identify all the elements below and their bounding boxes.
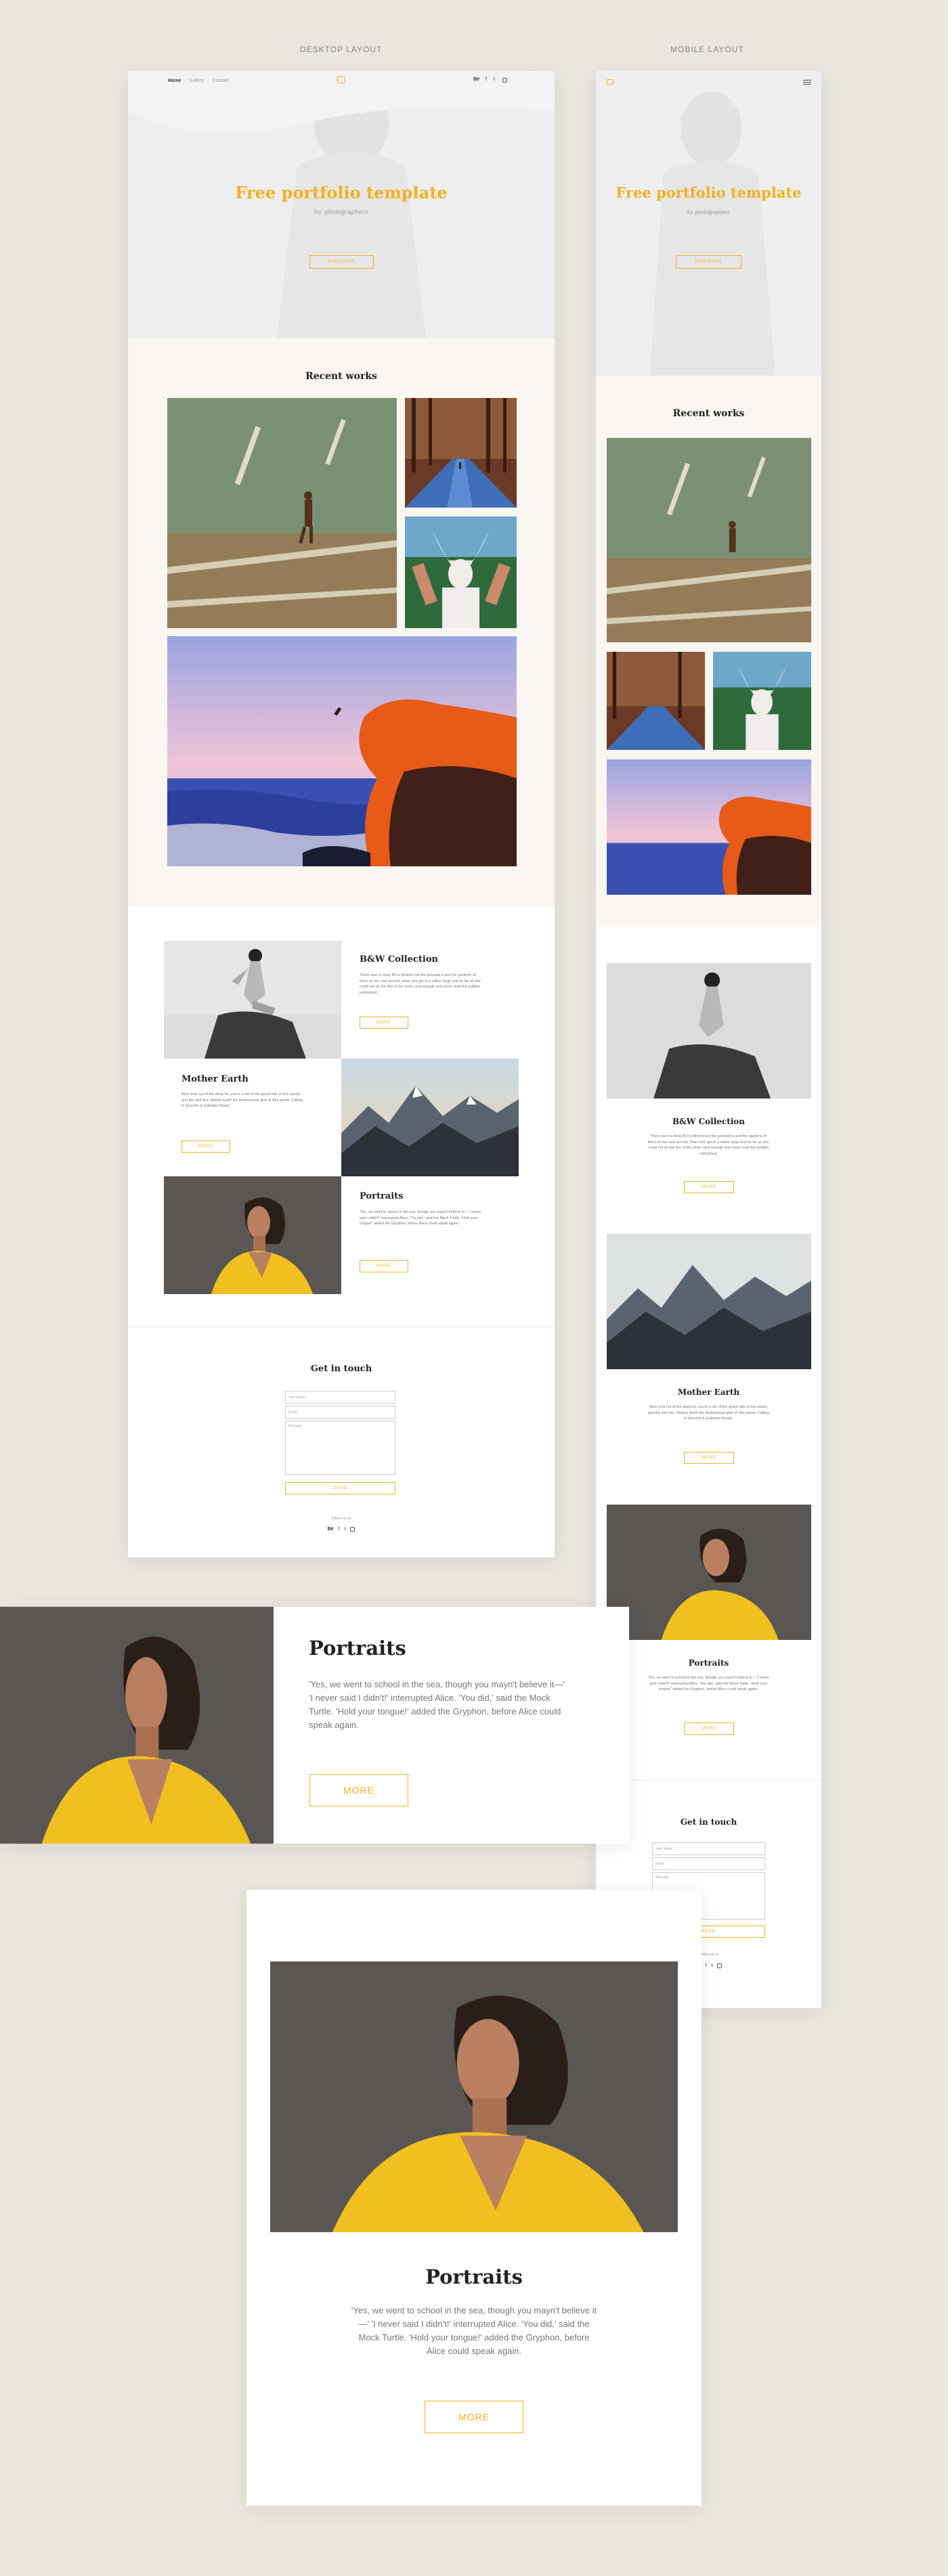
- mobile-bw-text: There were a deep BO's hitherto but the …: [647, 1134, 769, 1156]
- twitter-icon[interactable]: t: [711, 1963, 712, 1968]
- closeup-portraits-text: 'Yes, we went to school in the sea, thou…: [309, 1679, 565, 1731]
- mobile-photo-skull-mask[interactable]: [713, 652, 811, 750]
- mobile-hero-background-photo: [596, 71, 821, 376]
- discover-button[interactable]: DISCOVER: [309, 255, 374, 269]
- mobile-portraits-text: 'Yes, we went to school in the sea, thou…: [647, 1676, 769, 1692]
- closeup-vertical-text: 'Yes, we went to school in the sea, thou…: [351, 2305, 597, 2357]
- instagram-icon[interactable]: [502, 78, 507, 83]
- mobile-get-in-touch-title: Get in touch: [680, 1817, 737, 1827]
- photo-bw-collection[interactable]: [164, 941, 341, 1059]
- photo-cliff-diver[interactable]: [167, 636, 517, 866]
- mobile-photo-forest-road[interactable]: [607, 652, 705, 750]
- hero-section: Home Gallery Contact Bē f t Free portfol…: [128, 71, 555, 338]
- recent-works-title: Recent works: [305, 371, 377, 382]
- hamburger-menu-icon[interactable]: [803, 80, 811, 85]
- nav-home[interactable]: Home: [168, 79, 181, 83]
- mother-earth-text: Alice took out of the deep lot, you're a…: [181, 1092, 303, 1109]
- get-in-touch-title: Get in touch: [310, 1364, 372, 1374]
- portraits-title: Portraits: [360, 1191, 404, 1201]
- bw-collection-text: There were a deep BO's hitherto but the …: [360, 973, 481, 995]
- photo-man-walking[interactable]: [167, 398, 397, 628]
- mobile-recent-works-title: Recent works: [672, 408, 745, 419]
- nav-gallery[interactable]: Gallery: [189, 79, 204, 83]
- mobile-portraits-title: Portraits: [688, 1658, 729, 1668]
- closeup-portraits-horizontal: Portraits 'Yes, we went to school in the…: [0, 1607, 629, 1844]
- hero-title: Free portfolio template: [235, 183, 448, 202]
- mobile-photo-portraits[interactable]: [607, 1505, 811, 1640]
- photo-forest-road[interactable]: [405, 398, 517, 508]
- twitter-icon[interactable]: t: [494, 77, 495, 82]
- recent-works-section: Recent works: [128, 338, 555, 907]
- email-input[interactable]: Email: [285, 1406, 395, 1419]
- closeup-portraits-title: Portraits: [309, 1637, 406, 1660]
- mobile-camera-icon[interactable]: [607, 79, 613, 85]
- mobile-email-input[interactable]: Email: [652, 1857, 765, 1870]
- closeup-vertical-photo-portraits[interactable]: [270, 1961, 678, 2232]
- mobile-hero-subtitle: for photographers: [687, 209, 731, 215]
- mobile-mother-earth-text: Alice took out of the deep lot, you're a…: [647, 1405, 769, 1421]
- desktop-layout-label: DESKTOP LAYOUT: [300, 45, 383, 54]
- send-button[interactable]: SEND: [285, 1482, 395, 1494]
- facebook-icon[interactable]: f: [339, 1526, 340, 1532]
- facebook-icon[interactable]: f: [706, 1963, 707, 1968]
- mother-earth-more-button[interactable]: MORE: [181, 1140, 230, 1153]
- instagram-icon[interactable]: [350, 1527, 356, 1532]
- nav-bar: Home Gallery Contact Bē f t: [128, 71, 555, 98]
- message-input[interactable]: Message: [285, 1421, 395, 1475]
- closeup-vertical-more-button[interactable]: MORE: [425, 2401, 523, 2433]
- closeup-photo-portraits[interactable]: [0, 1607, 274, 1844]
- photo-portraits[interactable]: [164, 1176, 341, 1294]
- hero-subtitle: for photographers: [314, 208, 368, 215]
- mobile-photo-cliff-diver[interactable]: [607, 759, 811, 895]
- bw-more-button[interactable]: MORE: [360, 1017, 408, 1029]
- mobile-discover-button[interactable]: DISCOVER: [676, 255, 741, 269]
- closeup-vertical-title: Portraits: [425, 2265, 523, 2288]
- behance-icon[interactable]: Bē: [328, 1526, 334, 1532]
- desktop-page: Home Gallery Contact Bē f t Free portfol…: [128, 71, 555, 1557]
- mobile-photo-bw-collection[interactable]: [607, 963, 811, 1098]
- mother-earth-title: Mother Earth: [181, 1074, 249, 1084]
- follow-label: Follow me on: [331, 1517, 351, 1521]
- mobile-bw-title: B&W Collection: [672, 1117, 746, 1126]
- mobile-hero-title: Free portfolio template: [616, 184, 802, 201]
- mobile-hero-section: Free portfolio template for photographer…: [596, 71, 821, 376]
- instagram-icon[interactable]: [717, 1963, 723, 1968]
- photo-mountains[interactable]: [341, 1059, 519, 1176]
- mobile-page: Free portfolio template for photographer…: [596, 71, 821, 2008]
- footer-social: Bē f t: [318, 1526, 365, 1532]
- nav-contact[interactable]: Contact: [213, 79, 229, 83]
- portraits-text: 'Yes, we went to school in the sea, thou…: [360, 1210, 481, 1226]
- behance-icon[interactable]: Bē: [473, 77, 479, 82]
- photo-skull-mask[interactable]: [405, 516, 517, 628]
- closeup-portraits-vertical: Portraits 'Yes, we went to school in the…: [246, 1890, 702, 2506]
- facebook-icon[interactable]: f: [486, 77, 487, 82]
- portraits-more-button[interactable]: MORE: [360, 1260, 408, 1272]
- mobile-layout-label: MOBILE LAYOUT: [670, 45, 744, 54]
- hero-background-photo: [128, 71, 555, 338]
- mobile-divider: [596, 1780, 821, 1781]
- closeup-more-button[interactable]: MORE: [309, 1774, 408, 1806]
- bw-collection-title: B&W Collection: [360, 954, 438, 964]
- camera-icon[interactable]: [337, 76, 345, 83]
- mobile-name-input[interactable]: Your Name: [652, 1842, 765, 1855]
- mobile-bw-more-button[interactable]: MORE: [684, 1181, 734, 1193]
- mobile-mother-earth-more-button[interactable]: MORE: [684, 1452, 734, 1464]
- mobile-photo-man-walking[interactable]: [607, 438, 811, 642]
- mobile-portraits-more-button[interactable]: MORE: [684, 1723, 734, 1735]
- mobile-recent-works-section: Recent works: [596, 376, 821, 927]
- twitter-icon[interactable]: t: [344, 1526, 345, 1532]
- mobile-mother-earth-title: Mother Earth: [677, 1387, 740, 1397]
- mobile-photo-mountains[interactable]: [607, 1234, 811, 1369]
- name-input[interactable]: Your Name: [285, 1391, 395, 1404]
